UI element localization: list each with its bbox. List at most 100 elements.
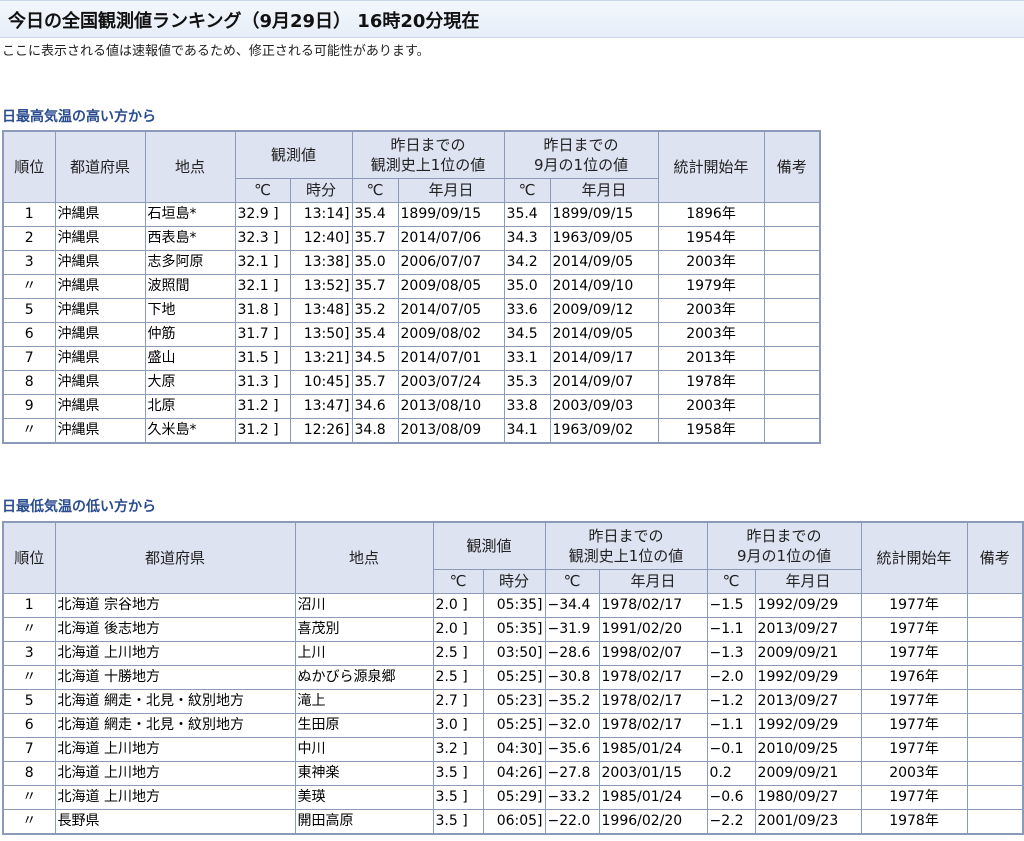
- station-cell: 仲筋: [144, 321, 236, 347]
- rank-cell: 7: [2, 345, 56, 371]
- col-observed: 観測値: [234, 130, 353, 179]
- record-all-date-cell: 1899/09/15: [397, 201, 505, 227]
- prefecture-cell: 沖縄県: [54, 249, 146, 275]
- station-cell: 西表島*: [144, 225, 236, 251]
- record-month-date-cell: 2014/09/05: [549, 321, 659, 347]
- record-all-date-cell: 1985/01/24: [598, 784, 708, 810]
- table-row: 8 北海道 上川地方 東神楽 3.5 ] 04:26] −27.8 2003/01/15 0.…: [2, 760, 1024, 786]
- rank-cell: 9: [2, 393, 56, 419]
- prefecture-cell: 北海道 上川地方: [54, 640, 296, 666]
- record-all-date-cell: 2014/07/05: [397, 297, 505, 323]
- col-prefecture: 都道府県: [54, 521, 296, 594]
- table-row: 6 沖縄県 仲筋 31.7 ] 13:50] 35.4 2009/08/02 34.5 2014…: [2, 321, 821, 347]
- record-all-date-cell: 1978/02/17: [598, 592, 708, 618]
- rank-cell: 2: [2, 225, 56, 251]
- observed-time-cell: 05:25]: [482, 664, 546, 690]
- stats-start-cell: 2003年: [657, 393, 765, 419]
- col-record-all: 昨日までの 観測史上1位の値: [544, 521, 708, 570]
- prefecture-cell: 北海道 十勝地方: [54, 664, 296, 690]
- rank-cell: 5: [2, 297, 56, 323]
- remarks-cell: [966, 640, 1024, 666]
- record-month-date-cell: 2009/09/21: [754, 760, 862, 786]
- remarks-cell: [763, 393, 821, 419]
- remarks-cell: [966, 688, 1024, 714]
- station-cell: 久米島*: [144, 417, 236, 443]
- station-cell: 盛山: [144, 345, 236, 371]
- record-all-date-cell: 1985/01/24: [598, 736, 708, 762]
- table-row: 5 沖縄県 下地 31.8 ] 13:48] 35.2 2014/07/05 33.6 2009…: [2, 297, 821, 323]
- stats-start-cell: 1977年: [860, 736, 968, 762]
- record-month-value-cell: −0.1: [706, 736, 756, 762]
- observed-time-cell: 13:21]: [289, 345, 353, 371]
- station-cell: ぬかびら源泉郷: [294, 664, 434, 690]
- record-all-date-cell: 2014/07/01: [397, 345, 505, 371]
- stats-start-cell: 2003年: [860, 760, 968, 786]
- record-month-value-cell: 34.5: [503, 321, 551, 347]
- record-month-value-cell: −1.1: [706, 712, 756, 738]
- rank-cell: 〃: [2, 417, 56, 443]
- col-remarks: 備考: [966, 521, 1024, 594]
- remarks-cell: [763, 321, 821, 347]
- record-all-value-cell: −34.4: [544, 592, 600, 618]
- table-row: 〃北海道 十勝地方 ぬかびら源泉郷 2.5 ] 05:25] −30.8 1978/02/…: [2, 664, 1024, 690]
- observed-value-cell: 2.0 ]: [432, 592, 484, 618]
- record-month-date-cell: 2013/09/27: [754, 688, 862, 714]
- rank-cell: 〃: [2, 273, 56, 299]
- record-month-date-cell: 2013/09/27: [754, 616, 862, 642]
- record-month-date-cell: 2014/09/05: [549, 249, 659, 275]
- stats-start-cell: 2003年: [657, 297, 765, 323]
- record-all-value-cell: −32.0: [544, 712, 600, 738]
- observed-value-cell: 2.5 ]: [432, 640, 484, 666]
- remarks-cell: [763, 345, 821, 371]
- record-all-value-cell: 34.6: [351, 393, 399, 419]
- stats-start-cell: 1978年: [860, 808, 968, 834]
- observed-time-cell: 13:52]: [289, 273, 353, 299]
- col-record-month-date: 年月日: [549, 177, 659, 203]
- rank-cell: 7: [2, 736, 56, 762]
- remarks-cell: [763, 369, 821, 395]
- col-observed: 観測値: [432, 521, 546, 570]
- station-cell: 開田高原: [294, 808, 434, 834]
- observed-time-cell: 06:05]: [482, 808, 546, 834]
- prefecture-cell: 北海道 上川地方: [54, 736, 296, 762]
- rank-cell: 〃: [2, 616, 56, 642]
- record-all-value-cell: −30.8: [544, 664, 600, 690]
- stats-start-cell: 2003年: [657, 249, 765, 275]
- observed-time-cell: 10:45]: [289, 369, 353, 395]
- rank-cell: 6: [2, 712, 56, 738]
- remarks-cell: [763, 249, 821, 275]
- stats-start-cell: 1977年: [860, 592, 968, 618]
- observed-time-cell: 04:26]: [482, 760, 546, 786]
- table-row: 7 北海道 上川地方 中川 3.2 ] 04:30] −35.6 1985/01/24 −0.…: [2, 736, 1024, 762]
- table-row: 3 北海道 上川地方 上川 2.5 ] 03:50] −28.6 1998/02/07 −1.…: [2, 640, 1024, 666]
- prefecture-cell: 沖縄県: [54, 417, 146, 443]
- col-rank: 順位: [2, 130, 56, 203]
- observed-value-cell: 2.7 ]: [432, 688, 484, 714]
- record-all-date-cell: 1996/02/20: [598, 808, 708, 834]
- col-station: 地点: [144, 130, 236, 203]
- record-month-date-cell: 2014/09/07: [549, 369, 659, 395]
- rank-cell: 8: [2, 369, 56, 395]
- observed-value-cell: 3.5 ]: [432, 784, 484, 810]
- rank-cell: 5: [2, 688, 56, 714]
- record-all-date-cell: 1991/02/20: [598, 616, 708, 642]
- record-all-value-cell: −35.2: [544, 688, 600, 714]
- record-month-value-cell: 35.0: [503, 273, 551, 299]
- record-all-value-cell: −33.2: [544, 784, 600, 810]
- observed-time-cell: 13:48]: [289, 297, 353, 323]
- col-record-all-date: 年月日: [397, 177, 505, 203]
- prefecture-cell: 沖縄県: [54, 201, 146, 227]
- prefecture-cell: 北海道 網走・北見・紋別地方: [54, 688, 296, 714]
- col-record-month-date: 年月日: [754, 568, 862, 594]
- station-cell: 下地: [144, 297, 236, 323]
- observed-time-cell: 03:50]: [482, 640, 546, 666]
- remarks-cell: [966, 712, 1024, 738]
- station-cell: 石垣島*: [144, 201, 236, 227]
- record-all-date-cell: 1978/02/17: [598, 688, 708, 714]
- record-month-date-cell: 2009/09/21: [754, 640, 862, 666]
- station-cell: 生田原: [294, 712, 434, 738]
- observed-time-cell: 05:23]: [482, 688, 546, 714]
- rank-cell: 3: [2, 249, 56, 275]
- col-stats-start: 統計開始年: [860, 521, 968, 594]
- record-month-date-cell: 2003/09/03: [549, 393, 659, 419]
